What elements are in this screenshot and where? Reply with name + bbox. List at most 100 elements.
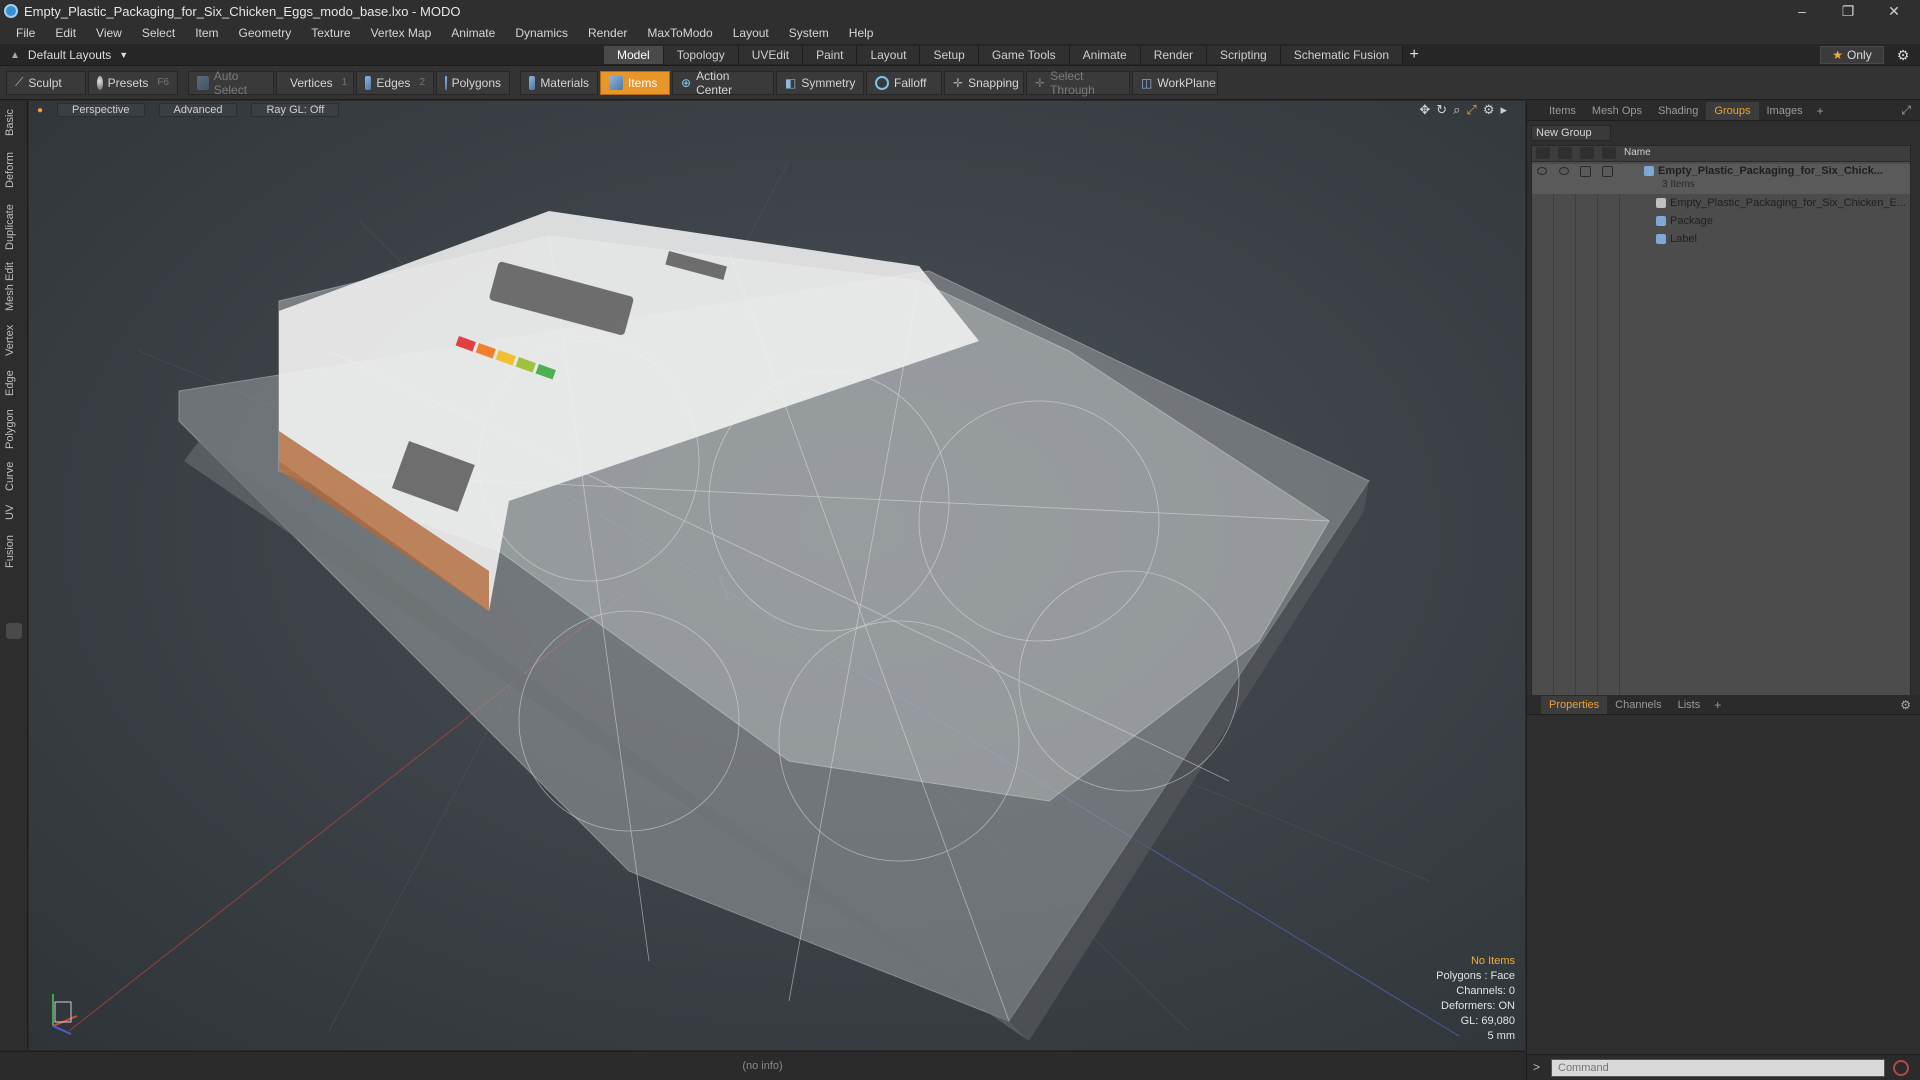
menu-edit[interactable]: Edit (45, 22, 86, 44)
menu-maxtomodo[interactable]: MaxToModo (637, 22, 722, 44)
tree-item-label[interactable]: Label (1532, 232, 1910, 248)
menu-vertex-map[interactable]: Vertex Map (361, 22, 442, 44)
panel-toggle-icon[interactable] (6, 623, 22, 639)
tab-properties[interactable]: Properties (1541, 695, 1608, 714)
select-through-button[interactable]: ✛ Select Through (1026, 69, 1130, 97)
materials-button[interactable]: Materials (520, 70, 598, 95)
menu-render[interactable]: Render (578, 22, 637, 44)
layout-tabs: Model Topology UVEdit Paint Layout Setup… (604, 46, 1425, 64)
viewport-gear-icon[interactable]: ⚙ (1483, 102, 1495, 118)
edges-button[interactable]: Edges 2 (356, 70, 434, 95)
vtab-edge[interactable]: Edge (4, 367, 24, 399)
tab-items[interactable]: Items (1541, 102, 1584, 120)
group-row[interactable]: Empty_Plastic_Packaging_for_Six_Chick...… (1532, 164, 1910, 194)
command-history-icon[interactable] (1893, 1060, 1909, 1076)
fit-icon[interactable]: ⤢ (1466, 102, 1476, 118)
render-column-icon[interactable] (1558, 147, 1572, 159)
vtab-curve[interactable]: Curve (4, 459, 24, 493)
tab-channels[interactable]: Channels (1607, 696, 1669, 714)
polygons-button[interactable]: Polygons (436, 70, 510, 95)
menu-animate[interactable]: Animate (441, 22, 505, 44)
tab-images[interactable]: Images (1759, 102, 1811, 120)
add-layout-tab-button[interactable]: + (1403, 46, 1425, 64)
new-group-button[interactable]: New Group (1531, 125, 1611, 141)
snapping-button[interactable]: ✛ Snapping (944, 70, 1024, 95)
lock-column-icon[interactable] (1580, 147, 1594, 159)
menu-geometry[interactable]: Geometry (229, 22, 302, 44)
menu-item[interactable]: Item (185, 22, 228, 44)
menu-layout[interactable]: Layout (723, 22, 779, 44)
tab-layout[interactable]: Layout (857, 46, 921, 64)
menu-bar: File Edit View Select Item Geometry Text… (0, 22, 1920, 44)
add-panel-tab-button[interactable]: + (1811, 104, 1830, 118)
menu-view[interactable]: View (86, 22, 132, 44)
raygl-toggle[interactable]: Ray GL: Off (251, 103, 340, 117)
vtab-vertex[interactable]: Vertex (4, 321, 24, 359)
viewport-menu-icon[interactable]: ● (37, 105, 43, 116)
vertices-button[interactable]: Vertices 1 (276, 70, 354, 95)
properties-gear-icon[interactable]: ⚙ (1900, 698, 1911, 712)
menu-texture[interactable]: Texture (301, 22, 360, 44)
vtab-basic[interactable]: Basic (4, 109, 24, 137)
action-center-button[interactable]: ⊕ Action Center (672, 69, 774, 97)
presets-button[interactable]: Presets F6 (88, 70, 178, 95)
tab-animate[interactable]: Animate (1069, 46, 1141, 64)
viewport-expand-icon[interactable]: ▸ (1500, 102, 1507, 118)
command-input[interactable] (1551, 1059, 1885, 1077)
panel-expand-icon[interactable]: ⤢ (1901, 103, 1911, 118)
tab-game-tools[interactable]: Game Tools (978, 46, 1070, 64)
sculpt-button[interactable]: ⟋ Sculpt (6, 70, 86, 95)
only-toggle-button[interactable]: ★ Only (1820, 46, 1884, 64)
shading-mode-dropdown[interactable]: Advanced (158, 103, 238, 117)
auto-select-button[interactable]: Auto Select (188, 69, 274, 97)
tab-groups[interactable]: Groups (1706, 101, 1759, 120)
vtab-deform[interactable]: Deform (4, 149, 24, 191)
lock-toggle[interactable] (1580, 166, 1591, 177)
tree-item-package[interactable]: Package (1532, 214, 1910, 230)
vtab-fusion[interactable]: Fusion (4, 531, 24, 571)
minimize-button[interactable]: – (1780, 0, 1824, 22)
vtab-polygon[interactable]: Polygon (4, 407, 24, 451)
visibility-column-icon[interactable] (1536, 147, 1550, 159)
gear-icon[interactable]: ⚙ (1892, 44, 1914, 66)
menu-system[interactable]: System (779, 22, 839, 44)
render-icon[interactable] (1559, 167, 1569, 175)
tab-paint[interactable]: Paint (803, 46, 858, 64)
symmetry-button[interactable]: ◧ Symmetry (776, 70, 864, 95)
falloff-button[interactable]: Falloff (866, 70, 942, 95)
vtab-uv[interactable]: UV (4, 501, 24, 523)
close-button[interactable]: ✕ (1872, 0, 1916, 22)
tab-topology[interactable]: Topology (663, 46, 739, 64)
presets-icon (97, 75, 103, 90)
tree-item-mesh[interactable]: Empty_Plastic_Packaging_for_Six_Chicken_… (1532, 196, 1910, 212)
select-toggle[interactable] (1602, 166, 1613, 177)
eye-icon[interactable] (1537, 167, 1547, 175)
menu-dynamics[interactable]: Dynamics (505, 22, 578, 44)
tab-model[interactable]: Model (604, 46, 664, 64)
tab-schematic-fusion[interactable]: Schematic Fusion (1280, 46, 1404, 64)
3d-viewport[interactable]: ● Perspective Advanced Ray GL: Off ✥ ↻ ⌕… (29, 101, 1525, 1050)
tab-shading[interactable]: Shading (1650, 102, 1706, 120)
add-bottom-tab-button[interactable]: + (1708, 698, 1727, 712)
rotate-icon[interactable]: ↻ (1436, 102, 1447, 118)
layout-dropdown[interactable]: ▲ Default Layouts ▼ (10, 44, 128, 66)
zoom-icon[interactable]: ⌕ (1453, 102, 1460, 118)
name-column-header[interactable]: Name (1624, 147, 1651, 158)
tab-mesh-ops[interactable]: Mesh Ops (1584, 102, 1650, 120)
tab-uvedit[interactable]: UVEdit (738, 46, 804, 64)
workplane-button[interactable]: ◫ WorkPlane (1132, 70, 1218, 95)
items-button[interactable]: Items (600, 70, 670, 95)
tab-lists[interactable]: Lists (1670, 696, 1709, 714)
tab-render[interactable]: Render (1140, 46, 1208, 64)
view-mode-dropdown[interactable]: Perspective (57, 103, 145, 117)
vtab-duplicate[interactable]: Duplicate (4, 201, 24, 253)
menu-file[interactable]: File (6, 22, 45, 44)
tab-scripting[interactable]: Scripting (1207, 46, 1281, 64)
menu-help[interactable]: Help (839, 22, 884, 44)
menu-select[interactable]: Select (132, 22, 185, 44)
select-column-icon[interactable] (1602, 147, 1616, 159)
tab-setup[interactable]: Setup (920, 46, 979, 64)
maximize-button[interactable]: ❐ (1826, 0, 1870, 22)
vtab-mesh-edit[interactable]: Mesh Edit (4, 261, 24, 313)
pan-icon[interactable]: ✥ (1419, 102, 1430, 118)
